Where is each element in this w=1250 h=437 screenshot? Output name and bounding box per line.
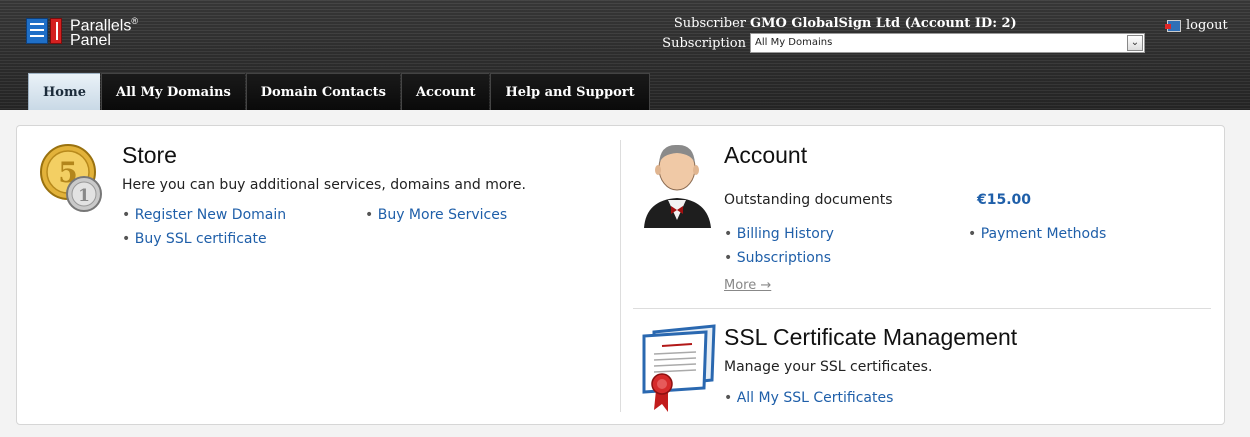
main-tabs: Home All My Domains Domain Contacts Acco… — [28, 73, 651, 110]
logo-text: Parallels® Panel — [70, 16, 138, 50]
buy-ssl-certificate-link[interactable]: Buy SSL certificate — [122, 231, 267, 247]
logout-link[interactable]: logout — [1165, 18, 1228, 33]
subscriptions-link[interactable]: Subscriptions — [724, 250, 831, 266]
ssl-title: SSL Certificate Management — [724, 324, 1018, 350]
subscriber-label: Subscriber — [673, 15, 746, 31]
store-description: Here you can buy additional services, do… — [122, 177, 526, 193]
account-user-icon — [644, 144, 711, 228]
tab-help-and-support[interactable]: Help and Support — [490, 73, 650, 110]
account-more-link[interactable]: More → — [724, 278, 771, 293]
parallels-panel-logo[interactable]: Parallels® Panel — [26, 14, 138, 50]
section-divider — [633, 308, 1211, 309]
subscription-label: Subscription — [662, 35, 746, 51]
chevron-down-icon[interactable]: ⌄ — [1127, 35, 1143, 51]
parallels-logo-icon — [26, 16, 66, 46]
subscriber-value: GMO GlobalSign Ltd (Account ID: 2) — [750, 15, 1017, 31]
account-title: Account — [724, 142, 808, 168]
tab-account[interactable]: Account — [400, 73, 490, 110]
all-my-ssl-certificates-link[interactable]: All My SSL Certificates — [724, 390, 894, 406]
register-new-domain-link[interactable]: Register New Domain — [122, 207, 286, 223]
billing-history-link[interactable]: Billing History — [724, 226, 834, 242]
outstanding-documents-value[interactable]: €15.00 — [977, 192, 1031, 208]
coins-icon: 5 1 — [40, 144, 102, 212]
payment-methods-link[interactable]: Payment Methods — [968, 226, 1107, 242]
outstanding-documents-label: Outstanding documents — [724, 192, 893, 208]
subscription-select[interactable]: All My Domains ⌄ — [750, 33, 1145, 53]
logout-icon — [1165, 19, 1181, 32]
ssl-certificate-icon — [642, 324, 716, 412]
subscription-info: Subscriber GMO GlobalSign Ltd (Account I… — [648, 14, 1145, 53]
column-divider — [620, 140, 621, 412]
svg-text:1: 1 — [78, 186, 90, 206]
tab-home[interactable]: Home — [28, 73, 100, 110]
tab-all-my-domains[interactable]: All My Domains — [100, 73, 245, 110]
tab-domain-contacts[interactable]: Domain Contacts — [245, 73, 400, 110]
store-title: Store — [122, 142, 177, 168]
ssl-description: Manage your SSL certificates. — [724, 359, 933, 375]
buy-more-services-link[interactable]: Buy More Services — [365, 207, 507, 223]
